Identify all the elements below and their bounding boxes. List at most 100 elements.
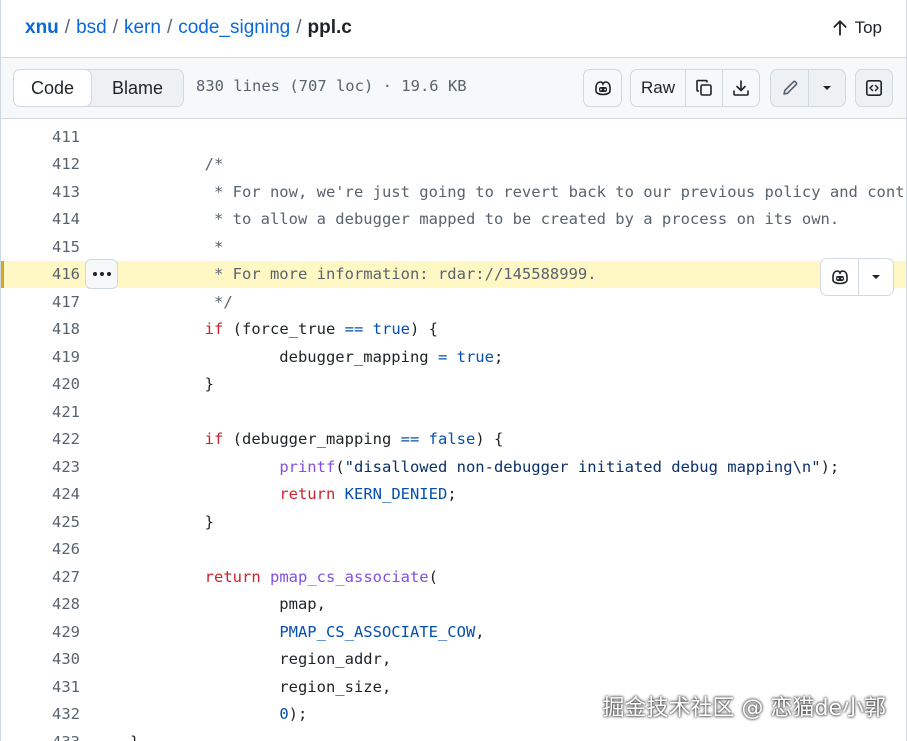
code-text: if (debugger_mapping == false) { [204,430,504,449]
code-line: 413 * For now, we're just going to rever… [1,178,906,206]
line-number[interactable]: 424 [52,485,80,503]
line-number[interactable]: 425 [52,513,80,531]
line-number[interactable]: 423 [52,458,80,476]
line-number[interactable]: 412 [52,155,80,173]
breadcrumb-separator: / [112,17,118,38]
pencil-icon [782,80,797,95]
line-number[interactable]: 432 [52,705,80,723]
breadcrumb-bsd-link[interactable]: bsd [76,17,107,38]
line-number[interactable]: 416 [52,265,80,283]
line-number[interactable]: 427 [52,568,80,586]
breadcrumb-current-file: ppl.c [307,17,352,38]
breadcrumb-code-signing-link[interactable]: code_signing [178,17,290,38]
line-number[interactable]: 426 [52,540,80,558]
file-meta: 830 lines (707 loc) · 19.6 KB [196,77,467,95]
code-body: 411 412 /* 413 * For now, we're just goi… [1,120,906,741]
code-line: 418 if (force_true == true) { [1,316,906,344]
line-number[interactable]: 413 [52,183,80,201]
code-line: 421 [1,398,906,426]
code-line: 419 debugger_mapping = true; [1,343,906,371]
code-line: 411 [1,123,906,151]
tab-blame[interactable]: Blame [92,70,183,106]
kebab-dot-icon [106,272,111,276]
code-text: region_addr, [130,650,392,669]
copilot-options-dropdown[interactable] [859,259,893,295]
code-text: * to allow a debugger mapped to be creat… [130,210,840,229]
copilot-line-menu [820,258,894,296]
breadcrumb-separator: / [166,17,173,38]
code-text: } [130,375,214,394]
symbols-panel-button[interactable] [855,69,893,107]
code-text: } [130,733,139,741]
line-number[interactable]: 420 [52,375,80,393]
watermark: 掘金技术社区 @ 恋猫de小郭 [602,696,887,721]
code-line: 433 } [1,728,906,741]
tab-code[interactable]: Code [13,69,93,107]
code-text: return KERN_DENIED; [279,485,457,504]
raw-button[interactable]: Raw [631,70,685,106]
line-options-button[interactable] [85,259,118,289]
copy-icon [696,79,712,96]
line-number[interactable]: 422 [52,430,80,448]
edit-actions-group [770,69,846,107]
code-line: 428 pmap, [1,591,906,619]
code-line: 426 [1,536,906,564]
code-text: * For now, we're just going to revert ba… [130,182,907,201]
view-mode-switch: Code Blame [13,69,185,107]
code-line: 424 return KERN_DENIED; [1,481,906,509]
line-number[interactable]: 428 [52,595,80,613]
copilot-icon [831,270,848,285]
kebab-dot-icon [92,272,97,276]
code-line: 422 if (debugger_mapping == false) { [1,426,906,454]
code-text: if (force_true == true) { [204,320,438,339]
line-number[interactable]: 433 [52,733,80,741]
top-button[interactable]: Top [831,15,882,41]
code-text: PMAP_CS_ASSOCIATE_COW, [279,622,485,641]
code-text: * [130,237,224,256]
line-number[interactable]: 417 [52,293,80,311]
code-text: pmap, [130,595,326,614]
kebab-dot-icon [99,272,104,276]
chevron-down-icon [872,275,880,279]
line-number[interactable]: 430 [52,650,80,668]
code-line: 423 printf("disallowed non-debugger init… [1,453,906,481]
line-number[interactable]: 421 [52,403,80,421]
line-number[interactable]: 414 [52,210,80,228]
edit-options-dropdown[interactable] [808,70,845,106]
code-line: 412 /* [1,151,906,179]
copy-raw-button[interactable] [685,70,722,106]
code-text: printf("disallowed non-debugger initiate… [279,457,840,476]
copilot-icon [594,81,611,96]
code-line: 415 * [1,233,906,261]
code-line: 427 return pmap_cs_associate( [1,563,906,591]
download-button[interactable] [722,70,759,106]
code-line: 417 */ [1,288,906,316]
code-viewer: xnu / bsd / kern / code_signing / ppl.c Top Code… [0,0,907,741]
code-line: 414 * to allow a debugger mapped to be c… [1,206,906,234]
symbols-panel-icon [865,79,882,96]
code-line: 425 } [1,508,906,536]
code-line: 430 region_addr, [1,646,906,674]
code-line-highlighted: 416 * For more information: rdar://14558… [1,260,906,288]
line-number[interactable]: 431 [52,678,80,696]
line-number[interactable]: 411 [52,128,80,146]
breadcrumb-separator: / [296,17,302,38]
edit-file-button[interactable] [771,70,808,106]
code-text: * For more information: rdar://145588999… [130,265,597,284]
breadcrumb-kern-link[interactable]: kern [124,17,161,38]
line-number[interactable]: 419 [52,348,80,366]
line-number[interactable]: 429 [52,623,80,641]
arrow-up-icon [833,20,847,36]
copilot-button[interactable] [583,69,622,107]
line-number[interactable]: 415 [52,238,80,256]
code-text: /* [130,155,224,174]
ask-copilot-button[interactable] [821,259,859,295]
file-header: xnu / bsd / kern / code_signing / ppl.c Top [1,0,906,57]
chevron-down-icon [823,86,831,90]
breadcrumb-repo-link[interactable]: xnu [25,17,59,38]
download-icon [733,80,749,96]
code-text: } [130,512,214,531]
line-number[interactable]: 418 [52,320,80,338]
file-toolbar: Code Blame 830 lines (707 loc) · 19.6 KB… [1,57,906,119]
code-line: 429 PMAP_CS_ASSOCIATE_COW, [1,618,906,646]
